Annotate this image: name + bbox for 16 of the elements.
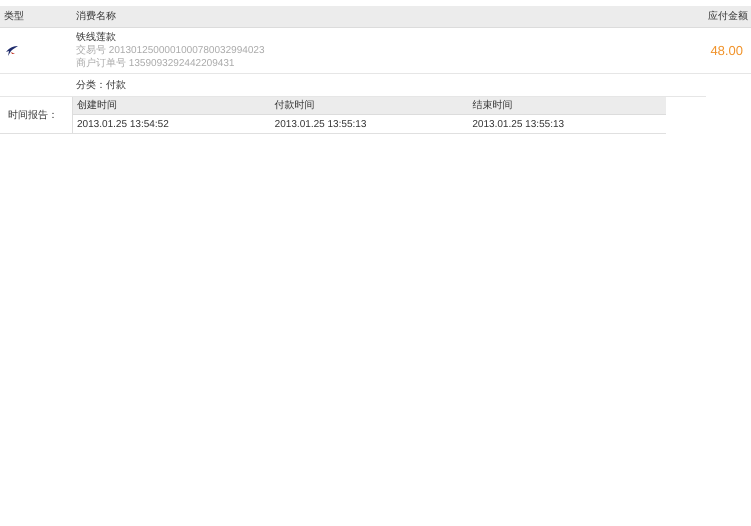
item-title: 铁线莲款: [76, 31, 117, 44]
order-number: 商户订单号 1359093292442209431: [76, 57, 236, 70]
column-header: 应付金额: [708, 10, 749, 24]
column-header: 创建时间: [76, 98, 118, 113]
trade-number: 交易号 2013012500001000780032994023: [76, 44, 266, 57]
table-cell-text: 2013.01.25 13:54:52: [76, 118, 170, 132]
time-report-label: 时间报告：: [8, 108, 58, 122]
table-cell-text: 2013.01.25 13:55:13: [274, 118, 368, 132]
column-header: 类型: [3, 10, 25, 24]
amount: 48.00: [710, 42, 743, 60]
category-label: 分类：付款: [75, 78, 126, 92]
bird-icon: [5, 44, 19, 56]
table-cell-text: 2013.01.25 13:55:13: [471, 118, 566, 132]
column-header: 结束时间: [471, 98, 514, 113]
column-header: 消费名称: [76, 10, 117, 24]
column-header: 付款时间: [274, 98, 316, 113]
